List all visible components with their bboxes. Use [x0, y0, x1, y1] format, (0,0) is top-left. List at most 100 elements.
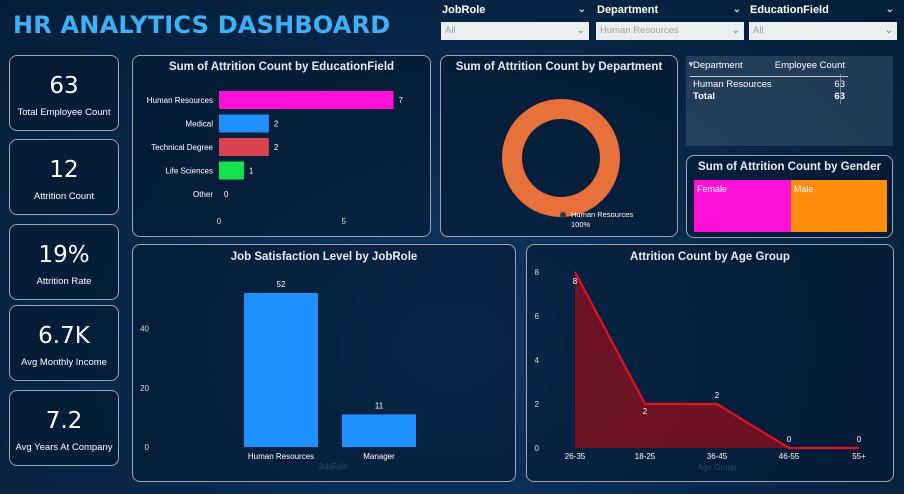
treemap-tile-female[interactable]: Female — [694, 180, 791, 232]
legend-marker — [560, 212, 566, 218]
slicer-label: Department — [597, 4, 659, 16]
y-tick-label: 8 — [535, 268, 540, 277]
data-label: 2 — [715, 391, 720, 400]
dashboard-title: HR ANALYTICS DASHBOARD — [13, 11, 391, 39]
chevron-down-icon: ⌄ — [731, 25, 740, 36]
x-tick-label: 5 — [341, 217, 346, 226]
category-label: Life Sciences — [165, 167, 213, 176]
y-tick-label: 6 — [535, 312, 540, 321]
bar — [244, 292, 318, 447]
kpi-caption: Attrition Count — [33, 191, 95, 202]
slicer-value: All — [445, 25, 456, 36]
slicer-value: All — [753, 25, 764, 36]
kpi-caption: Avg Monthly Income — [21, 357, 107, 368]
x-tick-label: 0 — [217, 217, 222, 226]
x-axis-title: Age Group — [698, 463, 737, 472]
category-label: Manager — [363, 452, 395, 461]
slicer-department[interactable]: Department ⌄ Human Resources ⌄ — [596, 2, 744, 40]
bar — [219, 91, 394, 109]
department-table: ▼ Department Employee Count Human Resour… — [686, 56, 893, 146]
table-cell-department: Human Resources — [693, 79, 772, 90]
slicer-dropdown[interactable]: Human Resources ⌄ — [596, 22, 744, 40]
treemap-tile-male[interactable]: Male — [791, 180, 887, 232]
slicer-label: JobRole — [442, 4, 486, 16]
category-label: Human Resources — [248, 452, 314, 461]
bar — [342, 414, 416, 447]
data-label: 1 — [249, 167, 254, 176]
kpi-value: 19% — [38, 242, 90, 268]
chart-attrition-by-age-group: Attrition Count by Age Group 0 2 4 6 8 8 26-35… — [526, 244, 894, 482]
chart-attrition-by-department: Sum of Attrition Count by Department Hum… — [440, 55, 678, 237]
data-label: 2 — [643, 407, 648, 416]
bar — [219, 161, 244, 180]
slice-name-label: Human Resources — [571, 210, 633, 219]
category-label: 18-25 — [635, 452, 656, 461]
donut-slice — [502, 99, 620, 217]
slicer-dropdown[interactable]: All ⌄ — [441, 22, 589, 40]
bar — [219, 138, 269, 156]
kpi-caption: Attrition Rate — [36, 276, 92, 287]
slicer-label: EducationField — [750, 4, 829, 16]
kpi-total-employee-count: 63 Total Employee Count — [9, 55, 119, 131]
department-donut-svg: Human Resources100% — [502, 99, 633, 229]
data-label: 11 — [375, 401, 384, 410]
chevron-down-icon[interactable]: ⌄ — [578, 2, 586, 18]
table-header-department[interactable]: Department — [693, 60, 743, 71]
kpi-caption: Avg Years At Company — [15, 442, 113, 453]
tile-label: Male — [794, 184, 814, 194]
data-label: 2 — [274, 143, 279, 152]
table-header-employee-count[interactable]: Employee Count — [775, 60, 845, 71]
category-label: 46-55 — [779, 452, 800, 461]
y-tick-label: 2 — [535, 400, 540, 409]
y-tick-label: 40 — [140, 325, 149, 334]
category-label: Human Resources — [147, 96, 213, 105]
chevron-down-icon[interactable]: ⌄ — [886, 2, 894, 18]
chevron-down-icon: ⌄ — [884, 25, 893, 36]
kpi-attrition-count: 12 Attrition Count — [9, 139, 119, 215]
kpi-avg-years-at-company: 7.2 Avg Years At Company — [9, 390, 119, 466]
chart-job-satisfaction-by-jobrole: Job Satisfaction Level by JobRole 0 20 40 5… — [132, 244, 516, 482]
data-label: 8 — [573, 277, 578, 286]
slicer-dropdown[interactable]: All ⌄ — [749, 22, 897, 40]
table-divider — [690, 76, 848, 77]
kpi-value: 7.2 — [45, 408, 83, 434]
jobrole-column-svg: 0 20 40 52 Human Resources 11 Manager JobRole — [140, 280, 416, 471]
kpi-avg-monthly-income: 6.7K Avg Monthly Income — [9, 305, 119, 381]
slicer-educationfield[interactable]: EducationField ⌄ All ⌄ — [749, 2, 897, 40]
data-label: 0 — [224, 190, 229, 199]
data-label: 0 — [857, 435, 862, 444]
slicer-value: Human Resources — [600, 25, 679, 36]
kpi-value: 6.7K — [38, 323, 90, 349]
category-label: Other — [193, 190, 213, 199]
category-label: Technical Degree — [151, 143, 213, 152]
category-label: 26-35 — [565, 452, 586, 461]
bar — [219, 114, 269, 133]
educationfield-bar-svg: Human Resources 7 Medical 2 Technical Degree… — [147, 91, 404, 226]
slicer-jobrole[interactable]: JobRole ⌄ All ⌄ — [441, 2, 589, 40]
kpi-caption: Total Employee Count — [17, 107, 111, 118]
chart-attrition-by-gender: Sum of Attrition Count by Gender Female … — [686, 155, 893, 238]
y-tick-label: 4 — [535, 356, 540, 365]
data-label: 0 — [787, 435, 792, 444]
data-label: 2 — [274, 120, 279, 129]
chevron-down-icon: ⌄ — [576, 25, 585, 36]
area-fill — [575, 272, 859, 448]
kpi-attrition-rate: 19% Attrition Rate — [9, 224, 119, 300]
chart-attrition-by-educationfield: Sum of Attrition Count by EducationField… — [132, 55, 431, 237]
category-label: 55+ — [852, 452, 866, 461]
kpi-value: 63 — [49, 73, 79, 99]
slice-percent-label: 100% — [571, 220, 591, 229]
column-divider — [840, 74, 841, 104]
x-axis-title: JobRole — [318, 462, 348, 471]
data-label: 7 — [399, 96, 404, 105]
table-total-label: Total — [693, 91, 715, 102]
chart-title: Sum of Attrition Count by Gender — [698, 161, 881, 173]
category-label: 36-45 — [707, 452, 728, 461]
data-label: 52 — [277, 280, 286, 289]
chevron-down-icon[interactable]: ⌄ — [733, 2, 741, 18]
category-label: Medical — [185, 120, 213, 129]
y-tick-label: 0 — [145, 443, 150, 452]
tile-label: Female — [697, 184, 728, 194]
kpi-value: 12 — [49, 157, 79, 183]
y-tick-label: 0 — [535, 444, 540, 453]
